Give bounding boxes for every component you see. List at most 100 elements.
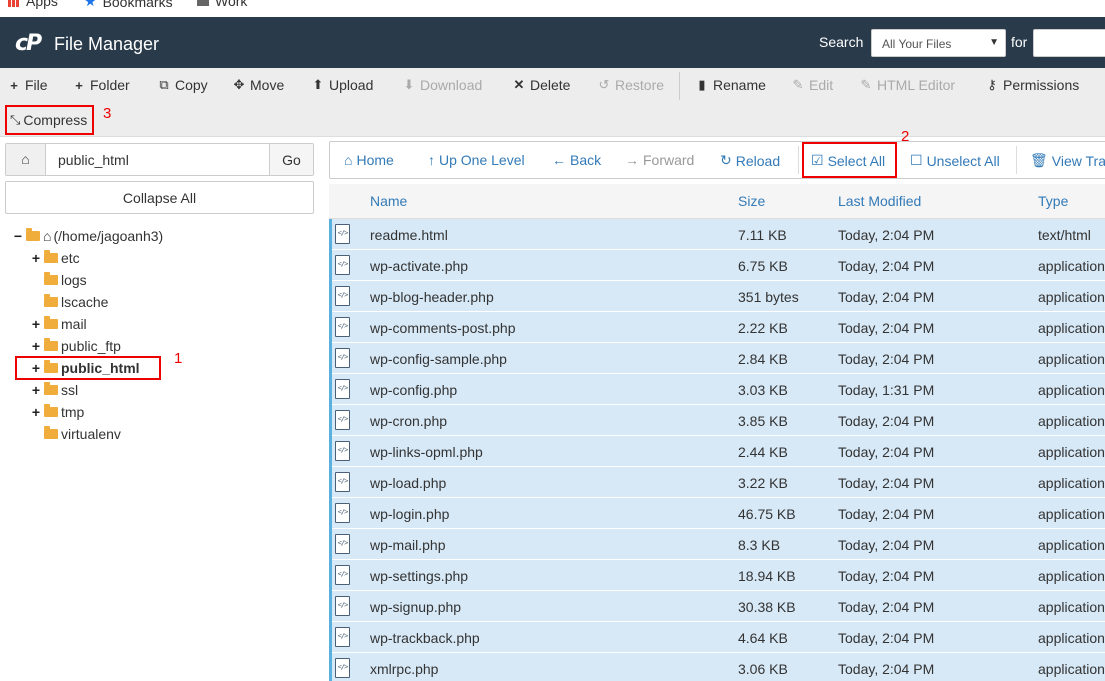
plus-icon[interactable]: + xyxy=(30,338,42,354)
table-row[interactable]: wp-config-sample.php 2.84 KB Today, 2:04 P… xyxy=(329,343,1105,374)
unselect-all-label: Unselect All xyxy=(926,152,1000,169)
tree-item[interactable]: lscache xyxy=(30,291,108,313)
table-row[interactable]: wp-comments-post.php 2.22 KB Today, 2:04 P… xyxy=(329,312,1105,343)
new-folder-label: Folder xyxy=(90,77,130,93)
table-row[interactable]: wp-settings.php 18.94 KB Today, 2:04 PM app… xyxy=(329,560,1105,591)
edit-button[interactable]: ✎ Edit xyxy=(791,76,834,94)
table-row[interactable]: wp-config.php 3.03 KB Today, 1:31 PM applic… xyxy=(329,374,1105,405)
column-type[interactable]: Type xyxy=(1038,193,1068,209)
download-button[interactable]: ⬇ Download xyxy=(402,76,483,94)
table-row[interactable]: wp-blog-header.php 351 bytes Today, 2:04 P… xyxy=(329,281,1105,312)
copy-button[interactable]: ⧉ Copy xyxy=(157,76,207,94)
new-file-button[interactable]: + File xyxy=(7,76,47,94)
forward-button[interactable]: → Forward xyxy=(625,152,694,168)
code-file-icon xyxy=(335,286,350,306)
table-row[interactable]: wp-activate.php 6.75 KB Today, 2:04 PM appl… xyxy=(329,250,1105,281)
cell-type: text/html xyxy=(1038,227,1091,243)
folder-icon xyxy=(44,294,58,307)
cell-modified: Today, 2:04 PM xyxy=(838,661,935,677)
tree-item[interactable]: + mail xyxy=(30,313,87,335)
back-button[interactable]: ← Back xyxy=(552,152,601,168)
table-row[interactable]: wp-cron.php 3.85 KB Today, 2:04 PM applicat… xyxy=(329,405,1105,436)
search-scope-select[interactable]: All Your Files ▼ xyxy=(871,29,1006,57)
reload-button[interactable]: ↻ Reload xyxy=(720,152,780,169)
cell-modified: Today, 2:04 PM xyxy=(838,258,935,274)
table-row[interactable]: readme.html 7.11 KB Today, 2:04 PM text/htm… xyxy=(329,219,1105,250)
cell-modified: Today, 2:04 PM xyxy=(838,568,935,584)
permissions-button[interactable]: ⚷ Permissions xyxy=(985,76,1079,94)
unselect-all-button[interactable]: ☐ Unselect All xyxy=(910,152,1000,169)
nav-home-button[interactable]: ⌂ Home xyxy=(344,152,394,168)
search-input[interactable] xyxy=(1033,29,1105,57)
cell-name: wp-config-sample.php xyxy=(370,351,507,367)
move-button[interactable]: ✥ Move xyxy=(232,76,285,94)
code-file-icon xyxy=(335,348,350,368)
arrow-right-icon: → xyxy=(625,152,639,168)
back-label: Back xyxy=(570,152,602,168)
html-editor-button[interactable]: ✎ HTML Editor xyxy=(859,76,956,94)
table-row[interactable]: wp-links-opml.php 2.44 KB Today, 2:04 PM ap… xyxy=(329,436,1105,467)
compress-button[interactable]: ⤡ Compress xyxy=(5,105,94,135)
code-file-icon xyxy=(335,410,350,430)
tree-item[interactable]: + public_ftp xyxy=(30,335,121,357)
tree-item[interactable]: + ssl xyxy=(30,379,78,401)
plus-icon[interactable]: + xyxy=(30,316,42,332)
table-row[interactable]: wp-trackback.php 4.64 KB Today, 2:04 PM app… xyxy=(329,622,1105,653)
tree-item[interactable]: logs xyxy=(30,269,87,291)
permissions-label: Permissions xyxy=(1003,77,1080,93)
home-icon: ⌂ xyxy=(43,228,52,244)
tree-item[interactable]: + tmp xyxy=(30,401,84,423)
plus-icon: + xyxy=(10,77,18,93)
column-name[interactable]: Name xyxy=(370,193,407,209)
rename-button[interactable]: ▮ Rename xyxy=(695,76,766,94)
tree-item[interactable]: virtualenv xyxy=(30,423,121,445)
table-row[interactable]: wp-mail.php 8.3 KB Today, 2:04 PM applicati… xyxy=(329,529,1105,560)
bookmark-bookmarks[interactable]: ★ Bookmarks xyxy=(84,0,173,10)
tree-item-label: etc xyxy=(61,250,80,266)
plus-icon[interactable]: + xyxy=(30,250,42,266)
table-row[interactable]: wp-login.php 46.75 KB Today, 2:04 PM applic… xyxy=(329,498,1105,529)
annotation-2: 2 xyxy=(901,128,910,145)
plus-icon[interactable]: + xyxy=(30,382,42,398)
nav-bar: ⌂ Home ↑ Up One Level ← Back → Forward ↻ Relo… xyxy=(329,141,1105,179)
tree-root[interactable]: − ⌂ (/home/jagoanh3) xyxy=(12,225,163,247)
view-trash-button[interactable]: 🗑View Tras xyxy=(1030,152,1105,169)
up-one-level-button[interactable]: ↑ Up One Level xyxy=(428,152,525,168)
table-row[interactable]: xmlrpc.php 3.06 KB Today, 2:04 PM applicati… xyxy=(329,653,1105,681)
row-selection-bar xyxy=(329,529,332,560)
cell-modified: Today, 2:04 PM xyxy=(838,599,935,615)
home-button[interactable]: ⌂ xyxy=(6,144,46,175)
tree-item-label: lscache xyxy=(61,294,109,310)
path-input[interactable]: public_html xyxy=(58,152,129,168)
restore-button[interactable]: ↺ Restore xyxy=(597,76,664,94)
cell-size: 6.75 KB xyxy=(738,258,788,274)
cpanel-logo: cP xyxy=(15,31,42,56)
column-size[interactable]: Size xyxy=(738,193,765,209)
arrow-left-icon: ← xyxy=(552,152,566,168)
star-icon: ★ xyxy=(84,0,97,9)
bookmark-work[interactable]: Work xyxy=(197,0,247,9)
go-button[interactable]: Go xyxy=(269,144,313,175)
plus-icon[interactable]: + xyxy=(30,404,42,420)
cell-type: application xyxy=(1038,599,1105,615)
tree-item[interactable]: + etc xyxy=(30,247,80,269)
cell-modified: Today, 2:04 PM xyxy=(838,444,935,460)
delete-button[interactable]: ✕ Delete xyxy=(512,76,571,94)
cell-name: wp-config.php xyxy=(370,382,458,398)
cell-name: wp-trackback.php xyxy=(370,630,480,646)
collapse-all-button[interactable]: Collapse All xyxy=(5,181,314,214)
cell-name: wp-links-opml.php xyxy=(370,444,483,460)
table-row[interactable]: wp-load.php 3.22 KB Today, 2:04 PM applicat… xyxy=(329,467,1105,498)
code-file-icon xyxy=(335,379,350,399)
cell-type: application xyxy=(1038,537,1105,553)
bookmark-apps[interactable]: Apps xyxy=(8,0,58,9)
table-row[interactable]: wp-signup.php 30.38 KB Today, 2:04 PM appli… xyxy=(329,591,1105,622)
column-last-modified[interactable]: Last Modified xyxy=(838,193,921,209)
trash-icon: 🗑 xyxy=(1030,152,1048,168)
new-folder-button[interactable]: + Folder xyxy=(72,76,130,94)
upload-button[interactable]: ⬆ Upload xyxy=(311,76,374,94)
cell-size: 2.84 KB xyxy=(738,351,788,367)
cell-modified: Today, 2:04 PM xyxy=(838,506,935,522)
cell-name: wp-blog-header.php xyxy=(370,289,494,305)
tree-root-label: (/home/jagoanh3) xyxy=(53,228,164,244)
